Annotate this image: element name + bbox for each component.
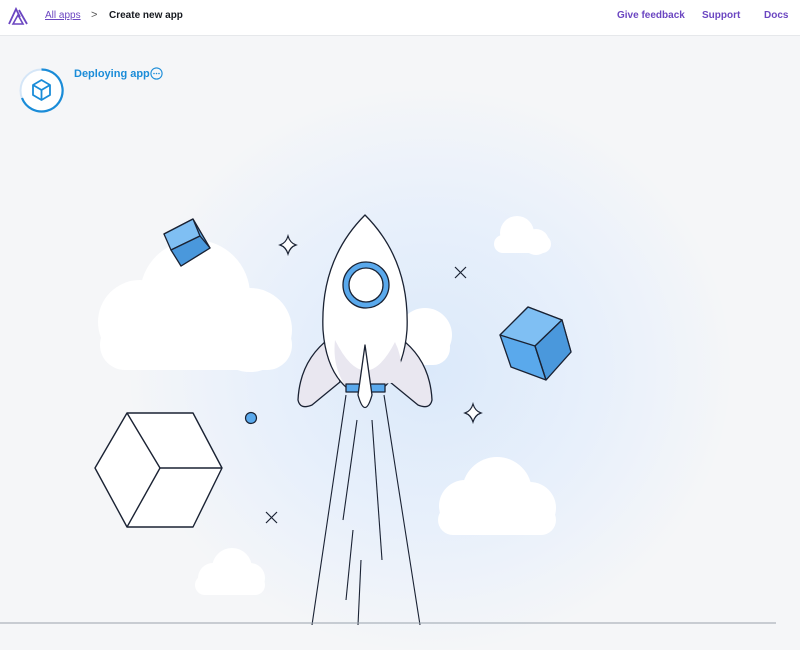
dot-decoration — [244, 411, 258, 425]
rocket — [297, 214, 433, 409]
cube-outline-large — [94, 412, 223, 528]
cloud-small-top-right — [494, 216, 551, 255]
cube-blue-large — [499, 306, 572, 381]
cloud-large-left — [98, 240, 292, 372]
rocket-illustration — [0, 214, 776, 625]
cloud-mid-right — [438, 457, 556, 535]
rocket-exhaust — [311, 394, 421, 625]
cloud-bottom-left — [195, 548, 265, 595]
